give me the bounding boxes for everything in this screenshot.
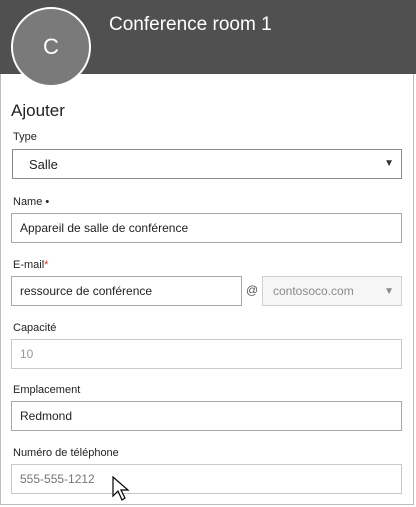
at-symbol: @: [246, 283, 259, 297]
phone-input[interactable]: [11, 464, 402, 494]
chevron-down-icon: ▼: [384, 286, 394, 297]
domain-select-value: contosoco.com: [273, 284, 354, 298]
name-field[interactable]: Appareil de salle de conférence: [11, 213, 402, 243]
domain-select[interactable]: contosoco.com ▼: [262, 276, 402, 306]
type-select-value: Salle: [29, 156, 58, 172]
email-field[interactable]: ressource de conférence: [11, 276, 242, 306]
avatar[interactable]: C: [11, 7, 91, 87]
type-label: Type: [13, 131, 37, 143]
phone-label: Numéro de téléphone: [13, 447, 119, 459]
page-title: Conference room 1: [109, 14, 272, 35]
email-label: E-mail*: [13, 259, 49, 271]
section-title: Ajouter: [11, 101, 65, 120]
location-label: Emplacement: [13, 384, 81, 396]
capacity-field[interactable]: 10: [11, 339, 402, 369]
mouse-cursor-icon: [112, 476, 130, 501]
capacity-label: Capacité: [13, 322, 57, 334]
name-label: Name •: [13, 196, 50, 208]
type-select[interactable]: Salle ▼: [12, 149, 402, 179]
chevron-down-icon: ▼: [384, 158, 394, 169]
location-field[interactable]: Redmond: [11, 401, 402, 431]
